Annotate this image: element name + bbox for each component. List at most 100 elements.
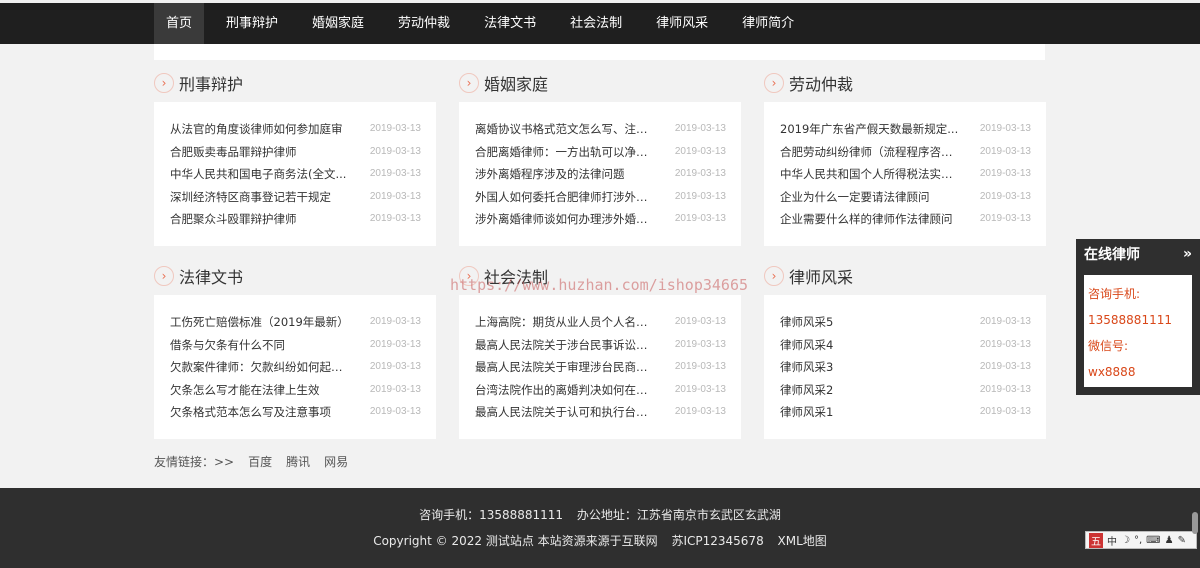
footer: 咨询手机：13588881111 办公地址：江苏省南京市玄武区玄武湖 Copyr… (0, 488, 1200, 568)
article-link[interactable]: 律师风采5 (780, 311, 960, 334)
list-item[interactable]: 最高人民法院关于认可和执行台湾... 2019-03-13 (475, 401, 726, 424)
list-item[interactable]: 从法官的角度谈律师如何参加庭审 2019-03-13 (170, 118, 421, 141)
article-date: 2019-03-13 (979, 145, 1031, 157)
section-title[interactable]: 劳动仲裁 (789, 71, 853, 95)
article-link[interactable]: 2019年广东省产假天数最新规定... (780, 118, 960, 141)
section-header[interactable]: › 劳动仲裁 (764, 64, 1046, 102)
moon-icon[interactable]: ☽ (1121, 535, 1130, 546)
article-link[interactable]: 律师风采1 (780, 401, 960, 424)
news-section: › 劳动仲裁 2019年广东省产假天数最新规定... 2019-03-13 合肥劳动纠纷… (764, 64, 1046, 246)
article-link[interactable]: 借条与欠条有什么不同 (170, 334, 350, 357)
list-item[interactable]: 律师风采3 2019-03-13 (780, 356, 1031, 379)
list-item[interactable]: 中华人民共和国个人所得税法实施... 2019-03-13 (780, 163, 1031, 186)
list-item[interactable]: 合肥聚众斗殴罪辩护律师 2019-03-13 (170, 208, 421, 231)
article-link[interactable]: 欠条怎么写才能在法律上生效 (170, 379, 350, 402)
list-item[interactable]: 欠条怎么写才能在法律上生效 2019-03-13 (170, 379, 421, 402)
list-item[interactable]: 借条与欠条有什么不同 2019-03-13 (170, 334, 421, 357)
article-link[interactable]: 外国人如何委托合肥律师打涉外离... (475, 186, 655, 209)
section-header[interactable]: › 婚姻家庭 (459, 64, 741, 102)
list-item[interactable]: 深圳经济特区商事登记若干规定 2019-03-13 (170, 186, 421, 209)
list-item[interactable]: 台湾法院作出的离婚判决如何在大... 2019-03-13 (475, 379, 726, 402)
section-header[interactable]: › 法律文书 (154, 257, 436, 295)
nav-item[interactable]: 社会法制 (558, 3, 634, 44)
nav-item[interactable]: 律师简介 (730, 3, 806, 44)
list-item[interactable]: 律师风采4 2019-03-13 (780, 334, 1031, 357)
list-item[interactable]: 外国人如何委托合肥律师打涉外离... 2019-03-13 (475, 186, 726, 209)
list-item[interactable]: 欠条格式范本怎么写及注意事项 2019-03-13 (170, 401, 421, 424)
scrollbar[interactable] (1192, 512, 1198, 534)
list-item[interactable]: 合肥贩卖毒品罪辩护律师 2019-03-13 (170, 141, 421, 164)
section-title[interactable]: 婚姻家庭 (484, 71, 548, 95)
footer-sitemap-link[interactable]: XML地图 (778, 534, 827, 548)
article-link[interactable]: 涉外离婚律师谈如何办理涉外婚姻... (475, 208, 655, 231)
article-link[interactable]: 企业为什么一定要请法律顾问 (780, 186, 960, 209)
section-header[interactable]: › 律师风采 (764, 257, 1046, 295)
chevron-right-icon: › (154, 266, 174, 286)
nav-item[interactable]: 法律文书 (472, 3, 548, 44)
article-link[interactable]: 最高人民法院关于审理涉台民商事... (475, 356, 655, 379)
list-item[interactable]: 中华人民共和国电子商务法(全文... 2019-03-13 (170, 163, 421, 186)
wechat-label: 微信号: (1088, 339, 1129, 353)
punctuation-icon[interactable]: °, (1134, 535, 1142, 546)
article-link[interactable]: 律师风采3 (780, 356, 960, 379)
article-link[interactable]: 欠款案件律师：欠款纠纷如何起诉... (170, 356, 350, 379)
wrench-icon[interactable]: ✎ (1178, 535, 1186, 546)
friend-link[interactable]: 腾讯 (286, 453, 310, 470)
section-title[interactable]: 律师风采 (789, 264, 853, 288)
list-item[interactable]: 工伤死亡赔偿标准（2019年最新） 2019-03-13 (170, 311, 421, 334)
collapse-icon[interactable]: » (1183, 246, 1192, 262)
article-link[interactable]: 合肥贩卖毒品罪辩护律师 (170, 141, 350, 164)
friend-link[interactable]: 百度 (248, 453, 272, 470)
article-link[interactable]: 律师风采2 (780, 379, 960, 402)
footer-icp-link[interactable]: 苏ICP12345678 (671, 534, 763, 548)
article-link[interactable]: 合肥聚众斗殴罪辩护律师 (170, 208, 350, 231)
user-icon[interactable]: ♟ (1165, 535, 1174, 546)
friend-link[interactable]: 网易 (324, 453, 348, 470)
list-item[interactable]: 合肥离婚律师：一方出轨可以净身... 2019-03-13 (475, 141, 726, 164)
article-link[interactable]: 深圳经济特区商事登记若干规定 (170, 186, 350, 209)
article-link[interactable]: 从法官的角度谈律师如何参加庭审 (170, 118, 350, 141)
list-item[interactable]: 2019年广东省产假天数最新规定... 2019-03-13 (780, 118, 1031, 141)
article-date: 2019-03-13 (979, 406, 1031, 417)
article-link[interactable]: 最高人民法院关于涉台民事诉讼文... (475, 334, 655, 357)
keyboard-icon[interactable]: ⌨ (1146, 535, 1160, 546)
news-section: › 婚姻家庭离婚协议书格式范文怎么写、注意... 2019-03-13 合肥离婚律师：… (459, 64, 741, 246)
list-item[interactable]: 欠款案件律师：欠款纠纷如何起诉... 2019-03-13 (170, 356, 421, 379)
article-link[interactable]: 合肥离婚律师：一方出轨可以净身... (475, 141, 655, 164)
list-item[interactable]: 企业需要什么样的律师作法律顾问 2019-03-13 (780, 208, 1031, 231)
article-link[interactable]: 中华人民共和国电子商务法(全文... (170, 163, 350, 186)
nav-item[interactable]: 婚姻家庭 (300, 3, 376, 44)
list-item[interactable]: 最高人民法院关于涉台民事诉讼文... 2019-03-13 (475, 334, 726, 357)
article-link[interactable]: 合肥劳动纠纷律师（流程程序咨询） (780, 141, 960, 164)
list-item[interactable]: 离婚协议书格式范文怎么写、注意... 2019-03-13 (475, 118, 726, 141)
nav-item[interactable]: 刑事辩护 (214, 3, 290, 44)
article-link[interactable]: 企业需要什么样的律师作法律顾问 (780, 208, 960, 231)
article-link[interactable]: 台湾法院作出的离婚判决如何在大... (475, 379, 655, 402)
list-item[interactable]: 律师风采2 2019-03-13 (780, 379, 1031, 402)
article-link[interactable]: 涉外离婚程序涉及的法律问题 (475, 163, 655, 186)
list-item[interactable]: 律师风采5 2019-03-13 (780, 311, 1031, 334)
article-link[interactable]: 律师风采4 (780, 334, 960, 357)
ime-toolbar[interactable]: 五 中 ☽ °, ⌨ ♟ ✎ (1085, 531, 1197, 549)
nav-item[interactable]: 首页 (154, 3, 205, 44)
list-item[interactable]: 涉外离婚律师谈如何办理涉外婚姻... 2019-03-13 (475, 208, 726, 231)
phone-number[interactable]: 13588881111 (1088, 307, 1188, 333)
article-link[interactable]: 离婚协议书格式范文怎么写、注意... (475, 118, 655, 141)
list-item[interactable]: 合肥劳动纠纷律师（流程程序咨询） 2019-03-13 (780, 141, 1031, 164)
list-item[interactable]: 企业为什么一定要请法律顾问 2019-03-13 (780, 186, 1031, 209)
list-item[interactable]: 律师风采1 2019-03-13 (780, 401, 1031, 424)
list-item[interactable]: 最高人民法院关于审理涉台民商事... 2019-03-13 (475, 356, 726, 379)
article-link[interactable]: 欠条格式范本怎么写及注意事项 (170, 401, 350, 424)
list-item[interactable]: 上海高院：期货从业人员个人名义... 2019-03-13 (475, 311, 726, 334)
section-title[interactable]: 法律文书 (179, 264, 243, 288)
list-item[interactable]: 涉外离婚程序涉及的法律问题 2019-03-13 (475, 163, 726, 186)
nav-item[interactable]: 律师风采 (644, 3, 720, 44)
ime-language[interactable]: 中 (1107, 533, 1117, 548)
article-link[interactable]: 工伤死亡赔偿标准（2019年最新） (170, 311, 350, 334)
article-link[interactable]: 中华人民共和国个人所得税法实施... (780, 163, 960, 186)
section-title[interactable]: 刑事辩护 (179, 71, 243, 95)
article-link[interactable]: 上海高院：期货从业人员个人名义... (475, 311, 655, 334)
nav-item[interactable]: 劳动仲裁 (386, 3, 462, 44)
article-link[interactable]: 最高人民法院关于认可和执行台湾... (475, 401, 655, 424)
section-header[interactable]: › 刑事辩护 (154, 64, 436, 102)
